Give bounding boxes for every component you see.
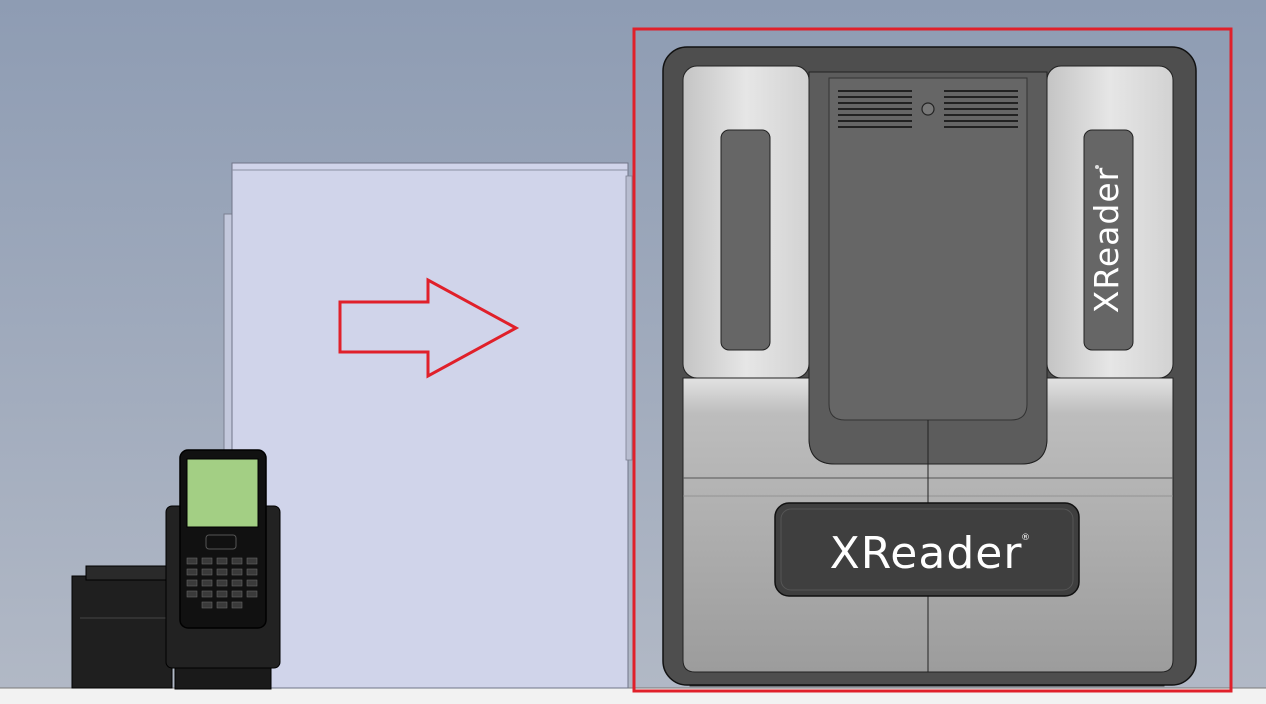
left-window	[720, 129, 771, 351]
cad-render-scene: XReader XReader ®	[0, 0, 1266, 704]
side-brand-label: XReader	[1087, 167, 1126, 313]
terminal-screen	[186, 458, 259, 528]
front-brand-label: XReader	[830, 528, 1023, 579]
registered-mark: ®	[1021, 533, 1030, 543]
terminal-base-box	[71, 565, 173, 689]
payment-terminal-icon	[165, 449, 281, 690]
flat-panel	[223, 162, 633, 689]
indicator-light	[921, 102, 935, 116]
xreader-device: XReader XReader ®	[662, 46, 1197, 687]
